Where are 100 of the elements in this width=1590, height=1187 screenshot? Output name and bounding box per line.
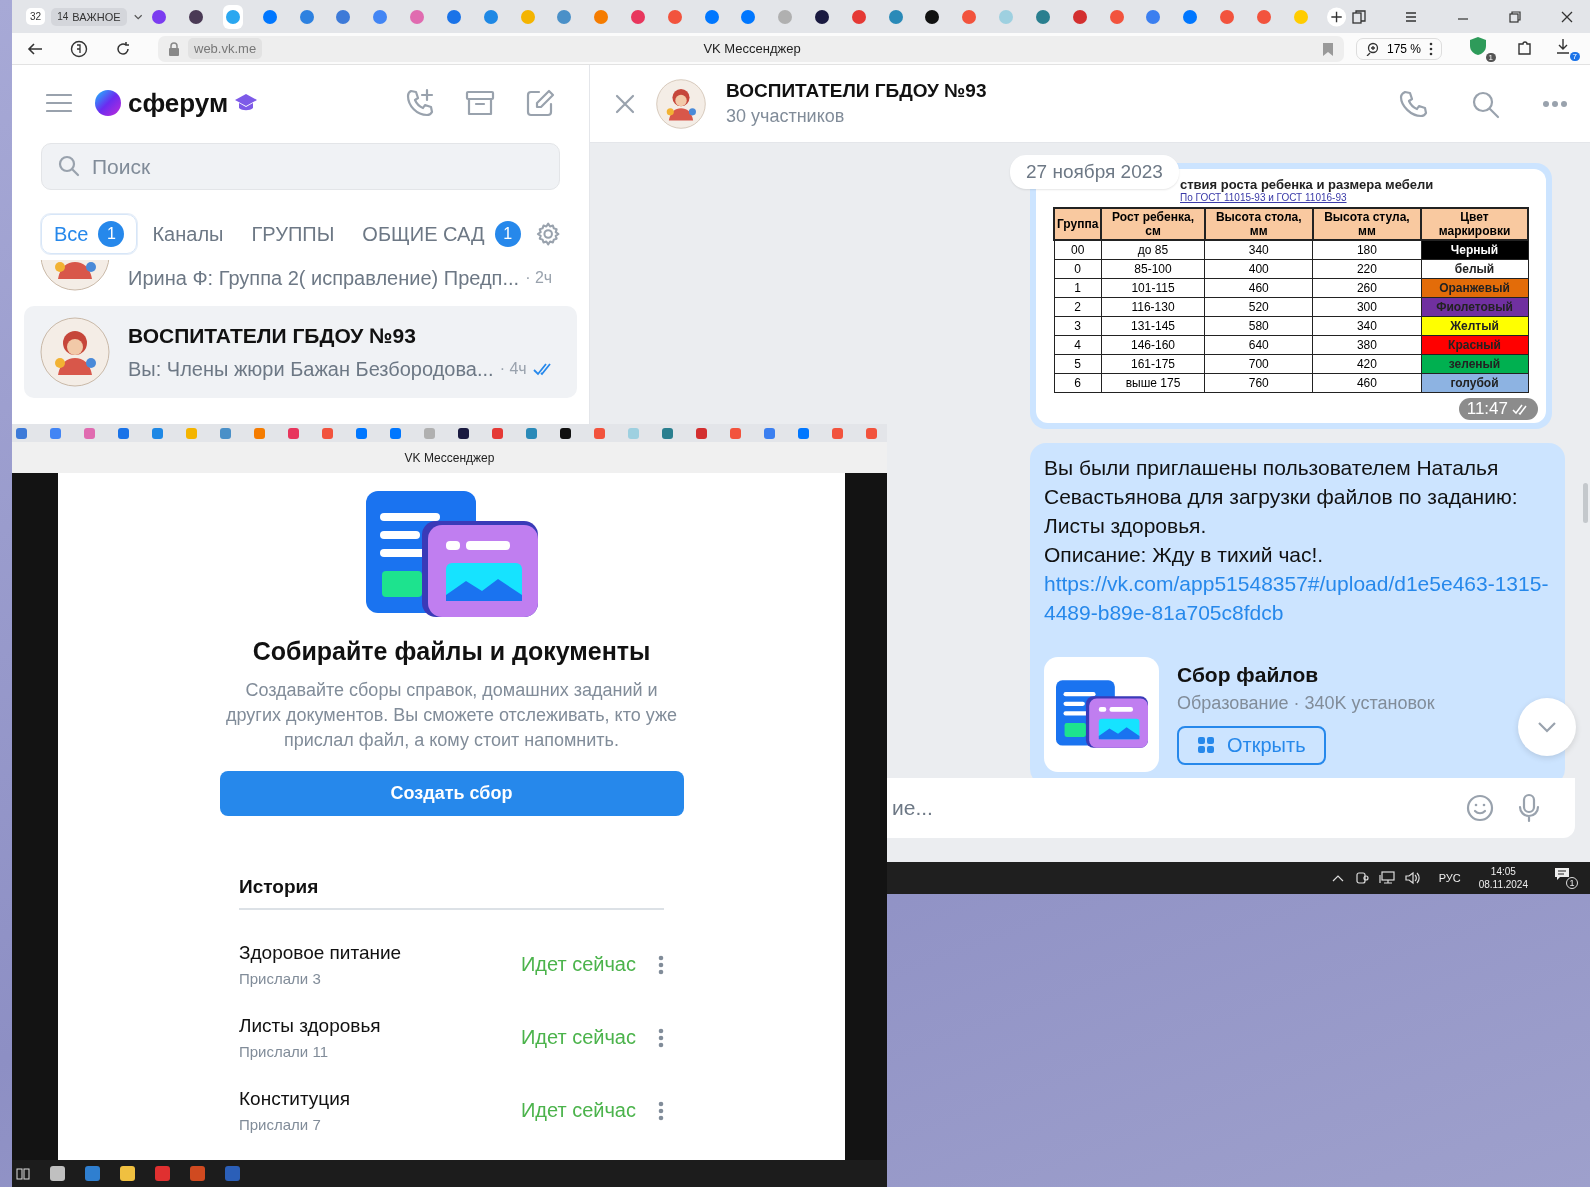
table-cell: 460 — [1204, 278, 1313, 297]
search-icon — [58, 155, 80, 177]
unread-badge: 1 — [494, 221, 521, 247]
chevron-up-icon[interactable] — [1330, 873, 1345, 883]
volume-icon[interactable] — [1404, 871, 1421, 885]
emoji-icon[interactable] — [1465, 793, 1495, 823]
zoom-indicator[interactable]: 175 % — [1355, 37, 1442, 60]
address-bar[interactable]: web.vk.me VK Мессенджер — [158, 35, 1344, 62]
message-icon — [1554, 867, 1570, 881]
date-label: 27 ноября 2023 — [1010, 155, 1179, 189]
close-icon[interactable] — [1560, 9, 1575, 24]
grid-icon — [1197, 736, 1215, 754]
task-view-icon[interactable] — [16, 1166, 30, 1181]
tabs-icon[interactable] — [1352, 9, 1367, 24]
shield-icon — [1468, 35, 1488, 56]
unread-badge: 1 — [98, 221, 125, 247]
taskbar-app-icon[interactable] — [50, 1166, 65, 1181]
message-text: Вы были приглашены пользователем Наталья Севастьянова для загрузки файлов по заданию: Листы здоровья. — [1044, 454, 1519, 539]
message-time: · 4ч — [499, 360, 527, 378]
url-text: web.vk.me — [188, 38, 263, 59]
network-icon[interactable] — [1378, 871, 1395, 885]
double-check-icon — [1512, 402, 1530, 415]
browser-tab[interactable] — [458, 427, 469, 439]
table-cell: 4 — [1054, 335, 1102, 354]
taskbar-app-icon[interactable] — [120, 1166, 135, 1181]
more-vertical-icon[interactable] — [1429, 41, 1433, 56]
browser-tab[interactable] — [560, 427, 571, 439]
bookmark-icon[interactable] — [1321, 41, 1334, 56]
modal-title: Собирайте файлы и документы — [252, 637, 651, 666]
zoom-level: 175 % — [1386, 41, 1421, 56]
shield-extension-button[interactable]: 1 — [1468, 35, 1496, 62]
table-cell: 460 — [1312, 373, 1421, 392]
phone-icon[interactable] — [1398, 88, 1428, 119]
taskbar-app-icon[interactable] — [155, 1166, 170, 1181]
lock-icon — [168, 41, 180, 56]
message-preview: Вы: Члены жюри Бажан Безбородова... — [128, 357, 494, 381]
history-item[interactable]: Листы здоровья Прислали 11 Идет сейчас — [239, 1001, 664, 1074]
logo-text: сферум — [128, 87, 229, 119]
microphone-icon[interactable] — [1517, 793, 1541, 823]
table-header: Цвет маркировки — [1421, 208, 1528, 240]
sent-count: Прислали 3 — [239, 970, 322, 987]
search-field[interactable]: Поиск — [41, 143, 560, 190]
collection-status: Идет сейчас — [520, 1099, 636, 1122]
clock-time[interactable]: 14:05 — [1490, 865, 1516, 878]
menu-icon[interactable] — [1404, 9, 1419, 24]
message-time: · 2ч — [525, 269, 553, 287]
collection-status: Идет сейчас — [520, 1026, 636, 1049]
page-title: VK Мессенджер — [702, 41, 802, 56]
history-item[interactable]: Конституция Прислали 7 Идет сейчас — [239, 1074, 664, 1147]
app-name: Сбор файлов — [1177, 662, 1320, 687]
taskbar-app-icon[interactable] — [225, 1166, 240, 1181]
more-icon[interactable] — [1542, 99, 1568, 108]
table-heading: ствия роста ребенка и размера мебели — [1179, 177, 1435, 192]
history-item[interactable]: Здоровое питание Прислали 3 Идет сейчас — [239, 928, 664, 1001]
circle-logo-icon[interactable] — [70, 39, 88, 58]
menu-icon[interactable] — [46, 93, 72, 113]
table-cell: 580 — [1204, 316, 1313, 335]
filter-tab[interactable]: Каналы — [139, 215, 237, 253]
taskbar-app-icon[interactable] — [190, 1166, 205, 1181]
filter-tab[interactable]: ГРУППЫ — [238, 215, 348, 253]
tab-group[interactable]: 14 ВАЖНОЕ — [51, 7, 127, 26]
chat-title: ВОСПИТАТЕЛИ ГБДОУ №93 — [726, 80, 987, 102]
tab-counter[interactable]: 32 — [26, 8, 46, 25]
archive-icon[interactable] — [465, 88, 495, 118]
filter-tab[interactable]: ОБЩИЕ САД 1 — [349, 214, 534, 254]
message-text: Описание: Жду в тихий час!. — [1044, 541, 1325, 568]
scrollbar-thumb[interactable] — [1583, 483, 1588, 523]
phone-plus-icon[interactable] — [405, 88, 435, 118]
collection-status: Идет сейчас — [520, 953, 636, 976]
table-cell: 116-130 — [1101, 297, 1205, 316]
settings-icon[interactable] — [535, 221, 560, 247]
plus-icon[interactable] — [1326, 5, 1347, 28]
downloads-badge: 7 — [1569, 51, 1580, 61]
reload-icon[interactable] — [114, 39, 132, 58]
table-cell: 3 — [1054, 316, 1102, 335]
sent-count: Прислали 7 — [239, 1116, 322, 1133]
table-cell: 5 — [1054, 354, 1102, 373]
table-header: Высота стула, мм — [1312, 208, 1421, 240]
collection-name: Здоровое питание — [239, 942, 403, 964]
compose-icon[interactable] — [525, 88, 555, 118]
keyboard-language[interactable]: РУС — [1438, 872, 1461, 884]
download-icon — [1554, 36, 1572, 55]
taskbar-app-icon[interactable] — [85, 1166, 100, 1181]
table-cell: 101-115 — [1101, 278, 1205, 297]
table-cell: 400 — [1204, 259, 1313, 278]
table-cell: 380 — [1312, 335, 1421, 354]
create-button[interactable]: Создать сбор — [219, 771, 684, 816]
chat-list-item[interactable]: Ирина Ф: Группа 2( исправление) Предп... · 2ч — [24, 260, 577, 296]
restore-icon[interactable] — [1508, 9, 1523, 24]
table-cell: 2 — [1054, 297, 1102, 316]
camera-icon[interactable] — [1354, 871, 1369, 885]
zoom-icon — [1364, 41, 1379, 56]
puzzle-icon[interactable] — [1516, 39, 1534, 58]
clock-date[interactable]: 08.11.2024 — [1478, 878, 1528, 891]
chat-list-item[interactable]: ВОСПИТАТЕЛИ ГБДОУ №93 Вы: Члены жюри Бажан Безбородова... · 4ч — [24, 306, 577, 398]
notifications-button[interactable]: 1 — [1554, 867, 1578, 889]
chevron-down-icon — [1537, 721, 1557, 733]
table-cell: выше 175 — [1101, 373, 1205, 392]
filter-tab[interactable]: Все 1 — [41, 214, 138, 254]
downloads-button[interactable]: 7 — [1554, 36, 1580, 61]
